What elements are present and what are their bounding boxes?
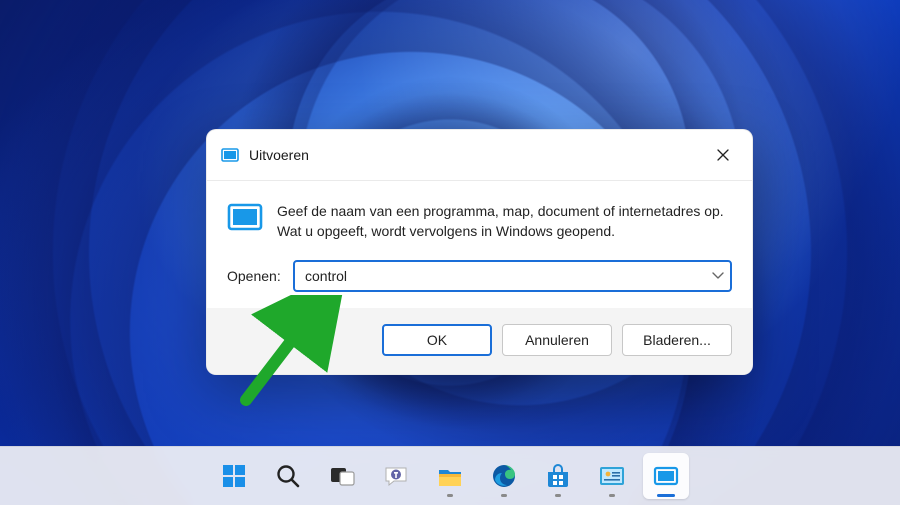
chat-button[interactable] — [373, 453, 419, 499]
chat-icon — [382, 462, 410, 490]
search-button[interactable] — [265, 453, 311, 499]
ok-button[interactable]: OK — [382, 324, 492, 356]
run-dialog: Uitvoeren Geef de naam van een programma… — [206, 129, 753, 375]
open-combobox[interactable] — [293, 260, 732, 292]
edge-icon — [490, 462, 518, 490]
titlebar: Uitvoeren — [207, 130, 752, 181]
store-button[interactable] — [535, 453, 581, 499]
file-explorer-button[interactable] — [427, 453, 473, 499]
open-row: Openen: — [227, 260, 732, 292]
close-icon — [717, 149, 729, 161]
file-explorer-icon — [436, 462, 464, 490]
run-icon — [221, 146, 239, 164]
start-button[interactable] — [211, 453, 257, 499]
taskbar-run-button[interactable] — [643, 453, 689, 499]
open-label: Openen: — [227, 268, 285, 284]
start-icon — [220, 462, 248, 490]
open-input[interactable] — [293, 260, 732, 292]
task-view-icon — [328, 462, 356, 490]
dialog-title: Uitvoeren — [249, 147, 700, 163]
edge-button[interactable] — [481, 453, 527, 499]
dialog-body: Geef de naam van een programma, map, doc… — [207, 181, 752, 308]
dialog-footer: OK Annuleren Bladeren... — [207, 308, 752, 374]
settings-tool-button[interactable] — [589, 453, 635, 499]
run-large-icon — [227, 199, 263, 235]
dialog-description: Geef de naam van een programma, map, doc… — [277, 199, 732, 242]
taskbar — [0, 446, 900, 505]
cancel-button[interactable]: Annuleren — [502, 324, 612, 356]
search-icon — [274, 462, 302, 490]
run-icon — [652, 462, 680, 490]
settings-tool-icon — [598, 462, 626, 490]
store-icon — [544, 462, 572, 490]
info-row: Geef de naam van een programma, map, doc… — [227, 199, 732, 242]
browse-button[interactable]: Bladeren... — [622, 324, 732, 356]
task-view-button[interactable] — [319, 453, 365, 499]
close-button[interactable] — [700, 140, 746, 170]
